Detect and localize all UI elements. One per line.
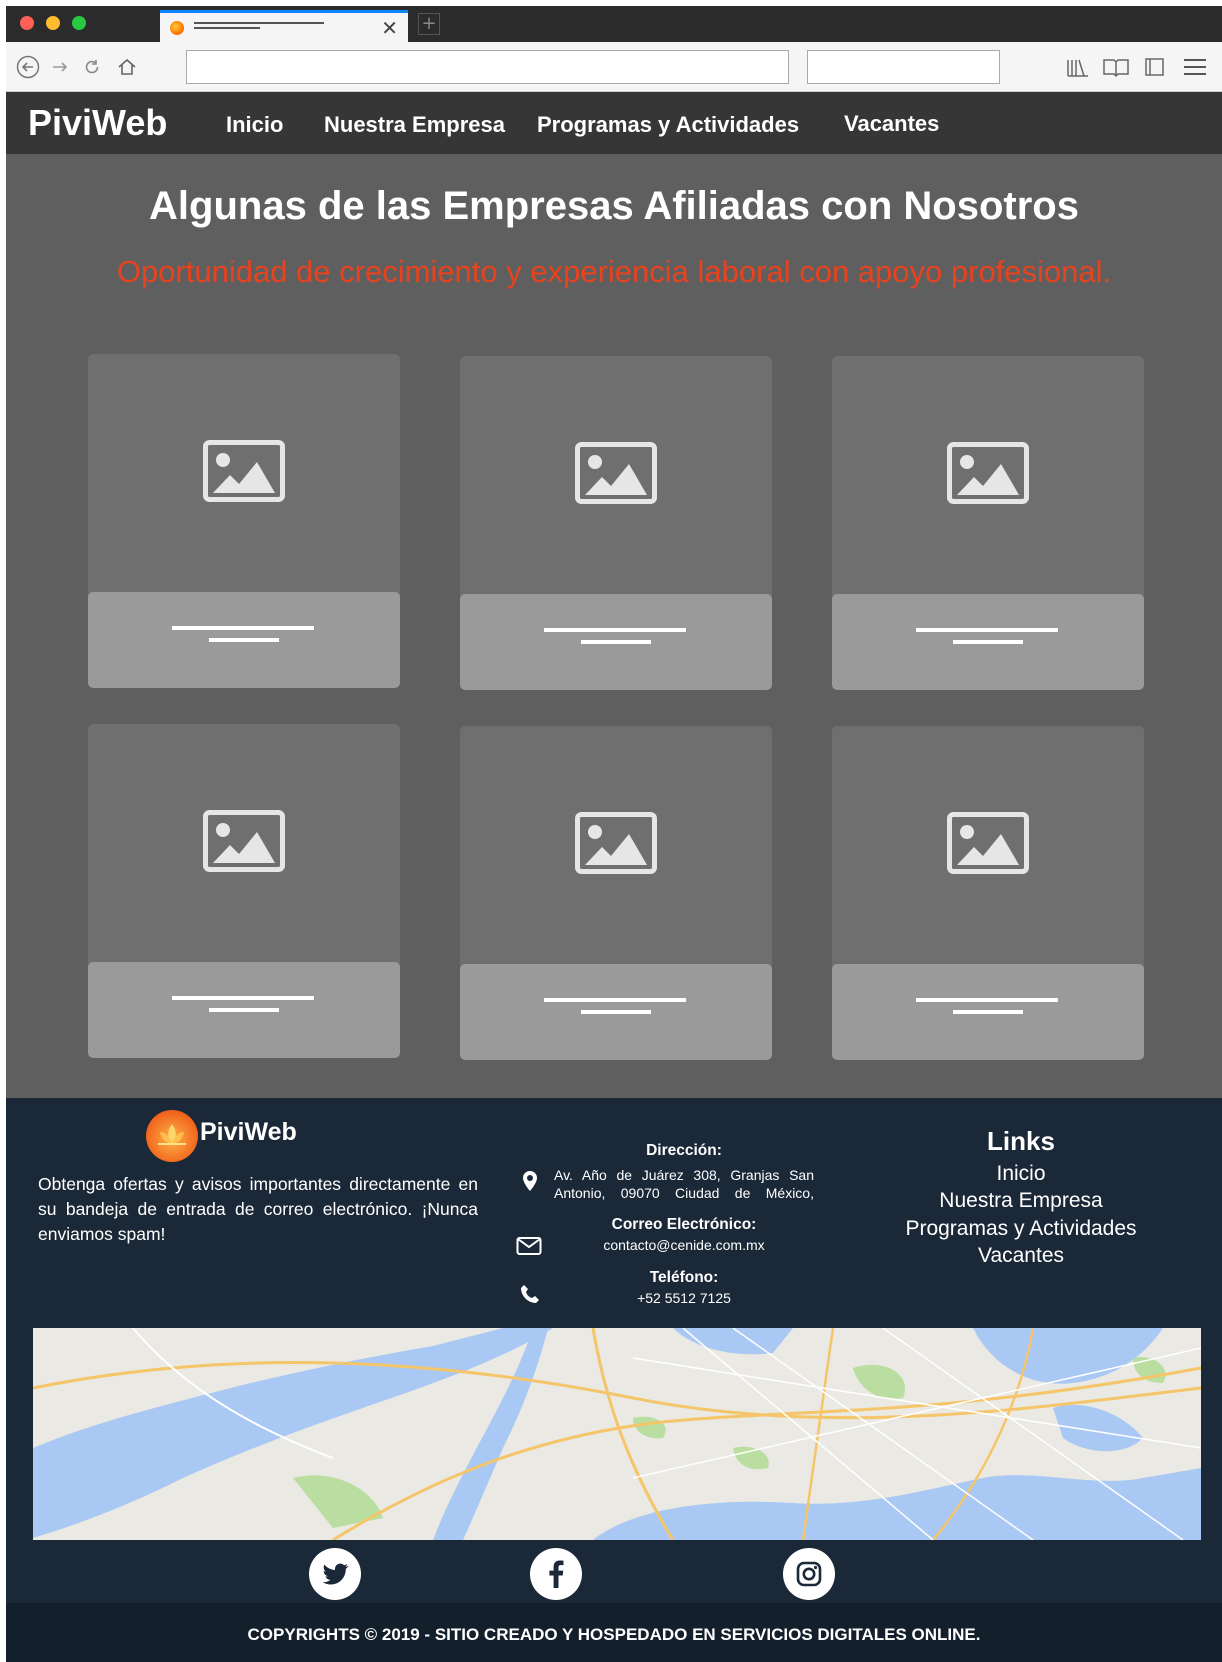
search-bar[interactable] — [807, 50, 1000, 84]
browser-window: ✕ + — [6, 6, 1222, 92]
footer-link-inicio[interactable]: Inicio — [866, 1162, 1176, 1186]
copyright-text: COPYRIGHTS © 2019 - SITIO CREADO Y HOSPE… — [247, 1625, 981, 1644]
browser-toolbar — [6, 42, 1222, 92]
caption-line — [544, 998, 686, 1002]
new-tab-button[interactable]: + — [418, 13, 440, 35]
image-placeholder-icon — [203, 440, 285, 502]
home-icon[interactable] — [116, 56, 138, 78]
map-pin-icon — [523, 1171, 537, 1191]
tab-bar: ✕ + — [6, 6, 1222, 42]
caption-line — [916, 998, 1058, 1002]
back-icon[interactable] — [16, 55, 40, 79]
menu-icon[interactable] — [1182, 56, 1208, 78]
envelope-icon — [516, 1237, 542, 1255]
address-label: Dirección: — [646, 1142, 722, 1159]
caption-line — [209, 1008, 279, 1012]
company-card[interactable] — [88, 724, 400, 1058]
caption-line — [916, 628, 1058, 632]
nav-link-vacantes[interactable]: Vacantes — [844, 111, 939, 137]
card-caption — [832, 964, 1144, 1060]
card-caption — [832, 594, 1144, 690]
url-bar[interactable] — [186, 50, 789, 84]
reload-icon[interactable] — [82, 57, 102, 77]
section-title: Algunas de las Empresas Afiliadas con No… — [149, 184, 1079, 228]
company-card[interactable] — [88, 354, 400, 688]
nav-link-inicio[interactable]: Inicio — [226, 112, 283, 138]
caption-line — [172, 626, 314, 630]
site-footer: PiviWeb Obtenga ofertas y avisos importa… — [6, 1098, 1222, 1662]
browser-tab[interactable]: ✕ — [160, 10, 408, 42]
twitter-button[interactable] — [309, 1548, 361, 1600]
phone-value: +52 5512 7125 — [637, 1290, 731, 1306]
email-value[interactable]: contacto@cenide.com.mx — [554, 1237, 814, 1253]
lotus-logo-icon — [146, 1110, 198, 1162]
affiliates-section: Algunas de las Empresas Afiliadas con No… — [6, 154, 1222, 1098]
close-window-button[interactable] — [20, 16, 34, 30]
company-card[interactable] — [460, 356, 772, 690]
caption-line — [581, 640, 651, 644]
email-label: Correo Electrónico: — [611, 1216, 757, 1233]
facebook-icon — [549, 1560, 564, 1588]
card-caption — [460, 594, 772, 690]
image-placeholder-icon — [947, 442, 1029, 504]
caption-line — [953, 640, 1023, 644]
maximize-window-button[interactable] — [72, 16, 86, 30]
card-caption — [460, 964, 772, 1060]
location-map[interactable] — [33, 1328, 1201, 1540]
forward-icon[interactable] — [50, 57, 70, 77]
company-card[interactable] — [460, 726, 772, 1060]
footer-brand: PiviWeb — [200, 1118, 297, 1146]
close-tab-icon[interactable]: ✕ — [381, 16, 398, 40]
image-placeholder-icon — [575, 812, 657, 874]
address-value: Av. Año de Juárez 308, Granjas San Anton… — [554, 1167, 814, 1201]
facebook-button[interactable] — [530, 1548, 582, 1600]
phone-icon — [521, 1285, 539, 1303]
caption-line — [544, 628, 686, 632]
company-card[interactable] — [832, 726, 1144, 1060]
site-brand[interactable]: PiviWeb — [28, 102, 167, 144]
caption-line — [209, 638, 279, 642]
minimize-window-button[interactable] — [46, 16, 60, 30]
caption-line — [953, 1010, 1023, 1014]
reader-icon[interactable] — [1102, 56, 1130, 78]
caption-line — [172, 996, 314, 1000]
nav-link-programas[interactable]: Programas y Actividades — [537, 112, 799, 138]
twitter-icon — [322, 1563, 349, 1585]
tab-title-placeholder — [194, 22, 324, 24]
instagram-button[interactable] — [783, 1548, 835, 1600]
tab-title-placeholder — [194, 27, 260, 29]
image-placeholder-icon — [947, 812, 1029, 874]
footer-link-nuestra-empresa[interactable]: Nuestra Empresa — [866, 1189, 1176, 1213]
company-card[interactable] — [832, 356, 1144, 690]
caption-line — [581, 1010, 651, 1014]
card-caption — [88, 592, 400, 688]
footer-links-title: Links — [987, 1126, 1055, 1156]
nav-link-nuestra-empresa[interactable]: Nuestra Empresa — [324, 112, 505, 138]
firefox-icon — [170, 21, 184, 35]
site-navbar: PiviWeb Inicio Nuestra Empresa Programas… — [6, 92, 1222, 154]
image-placeholder-icon — [203, 810, 285, 872]
footer-link-vacantes[interactable]: Vacantes — [866, 1244, 1176, 1268]
section-subtitle: Oportunidad de crecimiento y experiencia… — [116, 254, 1112, 289]
newsletter-text: Obtenga ofertas y avisos importantes dir… — [38, 1174, 478, 1244]
footer-link-programas[interactable]: Programas y Actividades — [866, 1217, 1176, 1241]
phone-label: Teléfono: — [649, 1269, 719, 1286]
library-icon[interactable] — [1066, 56, 1090, 78]
sidebar-icon[interactable] — [1144, 56, 1166, 78]
card-caption — [88, 962, 400, 1058]
image-placeholder-icon — [575, 442, 657, 504]
instagram-icon — [796, 1561, 822, 1587]
copyright-bar: COPYRIGHTS © 2019 - SITIO CREADO Y HOSPE… — [6, 1603, 1222, 1662]
